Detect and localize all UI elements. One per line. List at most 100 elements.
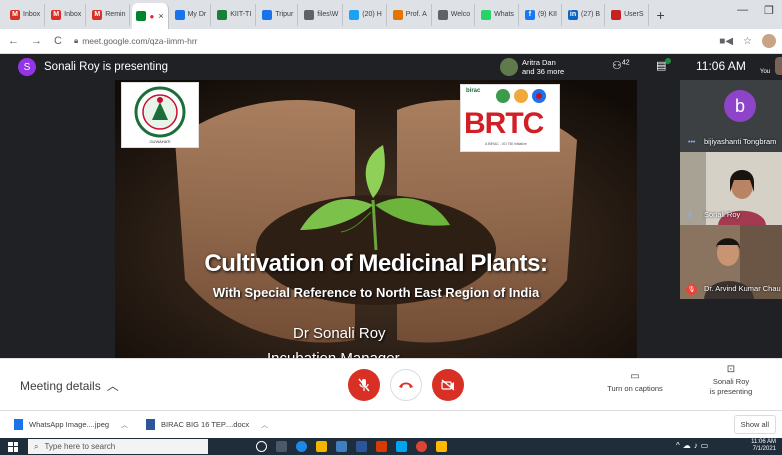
participant-name: bijiyashanti Tongbram xyxy=(704,137,777,146)
chrome-icon[interactable] xyxy=(416,441,427,452)
recording-indicator-icon: ● xyxy=(149,11,155,21)
browser-tab-label: UserS xyxy=(624,11,644,18)
bookmark-star-icon[interactable]: ☆ xyxy=(743,36,752,47)
browser-tab[interactable]: KIIT-TI xyxy=(213,3,257,26)
browser-tab[interactable]: M Inbox xyxy=(6,3,46,26)
chevron-up-icon[interactable]: ︿ xyxy=(121,420,128,430)
restore-icon[interactable]: ❐ xyxy=(764,4,774,17)
people-count: 42 xyxy=(621,59,630,67)
download-item[interactable]: BIRAC BIG 16 TEP....docx ︿ xyxy=(146,419,268,430)
self-view-thumbnail[interactable] xyxy=(775,57,782,75)
browser-tab-label: (27) B xyxy=(581,11,601,18)
facebook-icon: f xyxy=(524,9,535,20)
taskbar-clock[interactable]: 11:06 AM 7/1/2021 xyxy=(751,439,776,453)
store-icon[interactable] xyxy=(316,441,327,452)
browser-tab[interactable]: M Inbox xyxy=(47,3,87,26)
browser-tab[interactable]: UserS xyxy=(607,3,649,26)
chat-button[interactable]: ▤ xyxy=(656,58,671,72)
participant-tile[interactable]: ıl Sonali Roy xyxy=(680,152,782,225)
download-filename: BIRAC BIG 16 TEP....docx xyxy=(161,420,250,429)
birac-text: birac xyxy=(466,88,481,94)
taskbar-time: 11:06 AM xyxy=(751,439,776,445)
partner-emblems-icon xyxy=(496,89,546,103)
classroom-icon xyxy=(217,9,228,20)
taskbar-search-box[interactable]: ⌕ Type here to search xyxy=(28,439,208,454)
image-file-icon xyxy=(14,419,23,430)
presented-slide: GUWAHATI birac BRTC A BIRAC - IGI TBI In… xyxy=(115,80,637,358)
show-all-downloads-button[interactable]: Show all xyxy=(733,415,776,434)
chevron-up-icon[interactable]: ︿ xyxy=(261,420,268,430)
whatsapp-icon xyxy=(481,9,492,20)
browser-tab[interactable]: Whats xyxy=(477,3,519,26)
minimize-icon[interactable]: — xyxy=(737,4,748,17)
captions-label: Turn on captions xyxy=(607,384,663,393)
browser-tab-label: (20) H xyxy=(362,11,382,18)
search-placeholder: Type here to search xyxy=(44,442,116,451)
app-icon[interactable] xyxy=(396,441,407,452)
presenter-banner: Sonali Roy is presenting xyxy=(44,61,169,73)
camera-toggle-button[interactable] xyxy=(432,369,464,401)
attendees-summary[interactable]: Aritra Dan and 36 more xyxy=(500,54,564,80)
profile-avatar[interactable] xyxy=(762,34,776,48)
globe-icon xyxy=(392,9,403,20)
forward-icon[interactable]: → xyxy=(31,35,42,47)
gmail-icon: M xyxy=(51,9,62,20)
browser-tab[interactable]: Prof. A xyxy=(389,3,432,26)
word-icon[interactable] xyxy=(356,441,367,452)
meeting-control-bar: Meeting details ︿ ▭ Turn on captions ⊡ S… xyxy=(0,358,782,410)
microphone-toggle-button[interactable] xyxy=(348,369,380,401)
people-button[interactable]: ⚇42 xyxy=(612,59,630,72)
camera-indicator-icon[interactable]: ■◀ xyxy=(719,36,733,47)
participant-tile[interactable]: 🎙︎ Dr. Arvind Kumar Chau xyxy=(680,225,782,299)
powerpoint-icon[interactable] xyxy=(376,441,387,452)
download-item[interactable]: WhatsApp Image....jpeg ︿ xyxy=(14,419,128,430)
browser-tab[interactable]: (20) H xyxy=(345,3,387,26)
browser-tab[interactable]: Welco xyxy=(434,3,476,26)
participant-tile[interactable]: b ••• bijiyashanti Tongbram xyxy=(680,80,782,152)
browser-tab[interactable]: ● × xyxy=(132,3,169,29)
windows-start-icon[interactable] xyxy=(8,441,18,452)
reload-icon[interactable]: C xyxy=(54,35,62,47)
windows-taskbar: ⌕ Type here to search ^☁♪▭ 11:06 AM 7/1/… xyxy=(0,438,782,455)
taskbar-date: 7/1/2021 xyxy=(752,446,776,452)
browser-tab[interactable]: files\W xyxy=(300,3,344,26)
lock-icon: 🔒︎ xyxy=(73,36,79,45)
word-file-icon xyxy=(146,419,156,430)
you-label: You xyxy=(760,69,771,75)
browser-tab[interactable]: Tripur xyxy=(258,3,299,26)
presenting-status: is presenting xyxy=(709,387,753,396)
linkedin-icon: in xyxy=(568,9,578,20)
browser-tab[interactable]: in (27) B xyxy=(564,3,606,26)
browser-tab-label: Inbox xyxy=(64,11,82,18)
new-tab-button[interactable]: + xyxy=(657,7,665,23)
slide-title: Cultivation of Medicinal Plants: xyxy=(204,250,548,277)
browser-tab[interactable]: My Dr xyxy=(171,3,212,26)
system-tray-icons[interactable]: ^☁♪▭ xyxy=(676,441,711,450)
explorer-icon[interactable] xyxy=(336,441,347,452)
cortana-icon[interactable] xyxy=(256,441,267,452)
browser-tab-label: My Dr xyxy=(187,11,207,18)
muted-mic-icon: 🎙︎ xyxy=(686,284,697,295)
more-options-icon[interactable]: ••• xyxy=(688,139,695,146)
close-tab-icon[interactable]: × xyxy=(158,11,163,21)
iasst-logo: GUWAHATI xyxy=(121,82,199,148)
captions-button[interactable]: ▭ Turn on captions xyxy=(604,371,666,393)
edge-icon[interactable] xyxy=(296,441,307,452)
browser-tab[interactable]: f (9) KII xyxy=(521,3,562,26)
present-button[interactable]: ⊡ Sonali Roy is presenting xyxy=(700,365,762,397)
browser-tab-label: Welco xyxy=(450,11,471,18)
slide-subtitle: With Special Reference to North East Reg… xyxy=(212,285,540,300)
globe-icon xyxy=(437,9,448,20)
browser-tab[interactable]: M Remin xyxy=(88,3,131,26)
meeting-details-button[interactable]: Meeting details ︿ xyxy=(20,377,119,394)
url-field[interactable]: 🔒︎ meet.google.com/qza-iimm-hrr xyxy=(74,36,198,46)
folder-icon[interactable] xyxy=(436,441,447,452)
leave-call-button[interactable] xyxy=(390,369,422,401)
participant-name: Sonali Roy xyxy=(704,210,741,219)
task-view-icon[interactable] xyxy=(276,441,287,452)
meeting-details-label: Meeting details xyxy=(20,378,101,393)
chat-notification-dot xyxy=(665,58,671,64)
browser-tab-label: Inbox xyxy=(23,11,41,18)
download-shelf: WhatsApp Image....jpeg ︿ BIRAC BIG 16 TE… xyxy=(0,410,782,438)
back-icon[interactable]: ← xyxy=(8,35,19,47)
